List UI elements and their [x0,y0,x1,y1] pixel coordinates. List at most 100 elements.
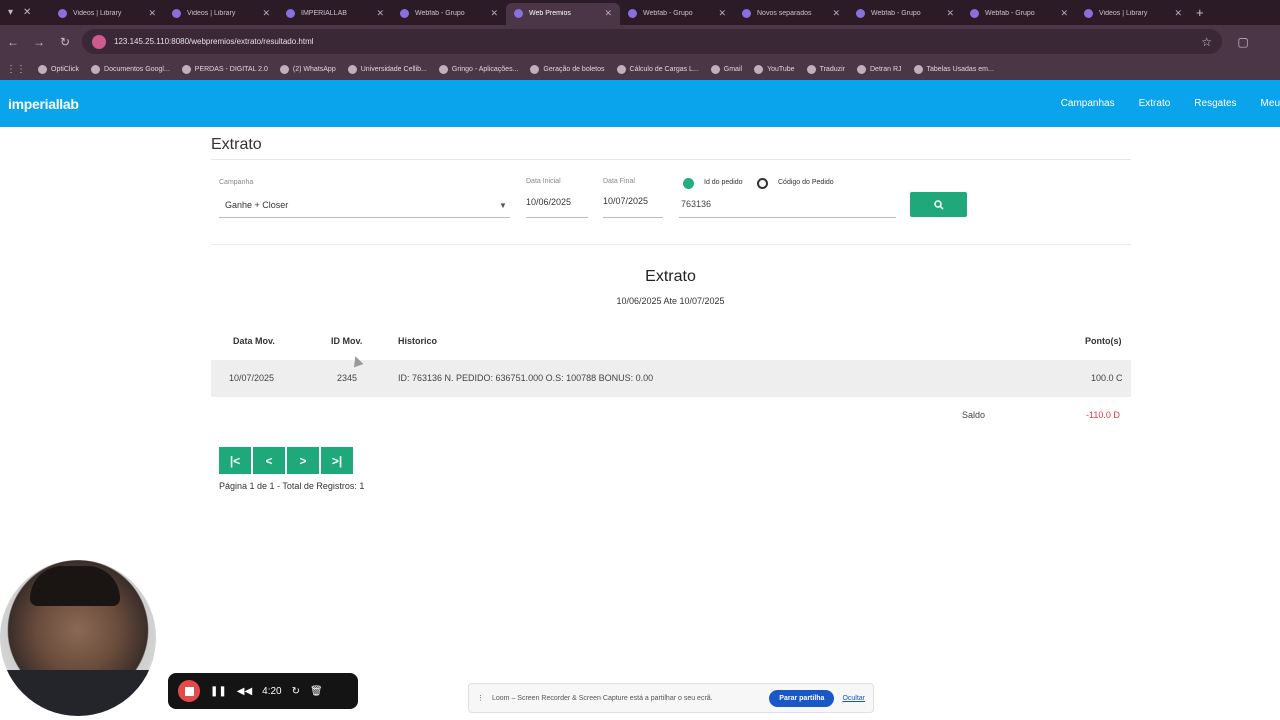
bookmark-item[interactable]: Tabelas Usadas em... [908,64,1000,74]
first-page-button[interactable]: |< [219,447,251,474]
tab-title: Novos separados [757,10,812,17]
hide-banner-link[interactable]: Ocultar [842,695,865,702]
browser-tab[interactable]: IMPERIALLAB ✕ [278,3,392,25]
radio-order-id[interactable] [683,178,694,189]
bookmark-item[interactable]: Cálculo de Cargas L... [611,64,705,74]
close-tab-icon[interactable]: ✕ [946,8,954,19]
bookmark-item[interactable]: Documentos Googl... [85,64,176,74]
saldo-label: Saldo [962,410,986,420]
chevron-down-icon[interactable]: ▼ [499,201,507,210]
bookmark-label: Gmail [723,65,743,73]
tab-favicon-icon [172,9,181,18]
next-page-button[interactable]: > [287,447,319,474]
bookmark-favicon-icon [279,64,289,74]
pause-icon[interactable]: ❚❚ [210,686,227,697]
close-window-icon[interactable]: ✕ [23,7,31,18]
bookmark-item[interactable]: Geração de boletos [524,64,610,74]
pagination: |< < > >| [219,447,353,474]
tab-favicon-icon [400,9,409,18]
webcam-person-shirt [0,670,156,716]
bookmark-label: OptiClick [51,65,80,73]
screen-share-banner: ⋮ Loom – Screen Recorder & Screen Captur… [468,683,874,713]
close-tab-icon[interactable]: ✕ [1060,8,1068,19]
bookmark-item[interactable]: Detran RJ [851,64,908,74]
search-button[interactable] [910,192,967,217]
close-tab-icon[interactable]: ✕ [148,8,156,19]
order-search-input[interactable]: 763136 [681,199,711,209]
bookmark-item[interactable]: Gringo - Aplicações... [433,64,525,74]
restart-icon[interactable]: ↻ [292,686,300,697]
close-tab-icon[interactable]: ✕ [832,8,840,19]
tab-title: Webfab - Grupo [643,10,693,17]
col-header-date: Data Mov. [233,336,275,346]
tab-title: IMPERIALLAB [301,10,347,17]
last-page-button[interactable]: >| [321,447,353,474]
browser-tab[interactable]: Videos | Library ✕ [50,3,164,25]
bookmark-item[interactable]: PERDAS - DIGITAL 2.0 [176,64,274,74]
browser-tab[interactable]: Videos | Library ✕ [164,3,278,25]
browser-tab[interactable]: Webfab - Grupo ✕ [620,3,734,25]
brand-logo[interactable]: imperiallab [8,96,79,112]
browser-tab[interactable]: Webfab - Grupo ✕ [962,3,1076,25]
cell-history: ID: 763136 N. PEDIDO: 636751.000 O.S: 10… [398,373,654,383]
nav-campanhas[interactable]: Campanhas [1061,98,1115,109]
end-date-label: Data Final [603,178,635,185]
browser-tab[interactable]: Novos separados ✕ [734,3,848,25]
prev-page-button[interactable]: < [253,447,285,474]
trash-icon[interactable]: 🗑 [310,686,323,697]
bookmark-label: Geração de boletos [543,65,605,73]
new-tab-icon[interactable]: + [1196,5,1204,20]
close-tab-icon[interactable]: ✕ [604,8,612,19]
browser-tab-bar: ▾ ✕ Videos | Library ✕ Videos | Library ✕ IM… [0,0,1280,25]
apps-grid-icon[interactable]: ⋮⋮ [6,64,32,75]
radio-order-code[interactable] [757,178,768,189]
webcam-bubble[interactable] [0,560,156,716]
bookmark-item[interactable]: YouTube [748,64,801,74]
drag-handle-icon[interactable]: ⋮ [477,694,484,702]
bookmark-label: Documentos Googl... [104,65,170,73]
url-field[interactable]: 123.145.25.110:8080/webpremios/extrato/r… [82,29,1222,54]
nav-links: Campanhas Extrato Resgates Meu [1061,98,1280,109]
bookmark-star-icon[interactable]: ☆ [1201,35,1212,49]
nav-resgates[interactable]: Resgates [1194,98,1236,109]
browser-tab[interactable]: Webfab - Grupo ✕ [392,3,506,25]
browser-tab[interactable]: Web Premios ✕ [506,2,620,25]
tab-title: Videos | Library [1099,10,1148,17]
close-tab-icon[interactable]: ✕ [376,8,384,19]
stop-sharing-button[interactable]: Parar partilha [769,689,835,707]
url-text: 123.145.25.110:8080/webpremios/extrato/r… [114,37,314,46]
reload-icon[interactable]: ↻ [52,35,78,49]
close-tab-icon[interactable]: ✕ [1174,8,1182,19]
close-tab-icon[interactable]: ✕ [718,8,726,19]
stop-recording-button[interactable] [178,680,200,702]
close-tab-icon[interactable]: ✕ [490,8,498,19]
site-info-icon[interactable] [92,34,106,49]
browser-tab[interactable]: Videos | Library ✕ [1076,3,1190,25]
forward-icon[interactable]: → [26,35,52,49]
bookmark-item[interactable]: Traduzir [801,64,851,74]
bookmark-item[interactable]: Gmail [705,64,748,74]
tab-title: Webfab - Grupo [985,10,1035,17]
bookmark-favicon-icon [347,64,357,74]
bookmark-item[interactable]: OptiClick [32,64,85,74]
browser-tab[interactable]: Webfab - Grupo ✕ [848,3,962,25]
campaign-select[interactable]: Ganhe + Closer [225,200,288,210]
profile-icon[interactable]: ▢ [1230,35,1256,49]
bookmark-item[interactable]: Universidade Cellib... [342,64,433,74]
radio-order-code-label: Código do Pedido [778,179,834,186]
nav-extrato[interactable]: Extrato [1139,98,1171,109]
rewind-icon[interactable]: ◀◀ [237,686,252,697]
tab-favicon-icon [1084,9,1093,18]
close-tab-icon[interactable]: ✕ [262,8,270,19]
end-date-input[interactable]: 10/07/2025 [603,196,648,206]
bookmark-item[interactable]: (2) WhatsApp [274,64,342,74]
bookmark-label: YouTube [767,65,795,73]
start-date-input[interactable]: 10/06/2025 [526,197,571,207]
campaign-label: Campanha [219,179,254,186]
nav-meu[interactable]: Meu [1261,98,1280,109]
tab-menu-icon[interactable]: ▾ [8,7,13,18]
report-date-range: 10/06/2025 Ate 10/07/2025 [616,296,725,306]
tab-favicon-icon [514,9,523,18]
tab-favicon-icon [970,9,979,18]
back-icon[interactable]: ← [0,35,26,49]
